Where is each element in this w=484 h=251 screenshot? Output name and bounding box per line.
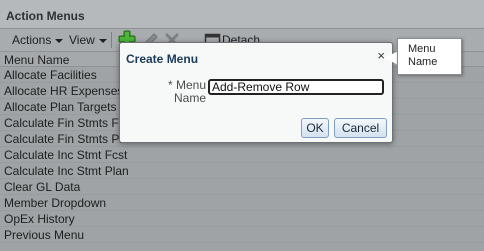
table-row[interactable]: Clear GL Data bbox=[0, 179, 484, 195]
callout-line1: Menu bbox=[408, 43, 436, 55]
view-menu[interactable]: View bbox=[69, 33, 107, 47]
chevron-down-icon bbox=[55, 38, 64, 43]
column-header-label: Menu Name bbox=[4, 53, 70, 67]
menu-name-label-line2: Name bbox=[173, 91, 206, 105]
table-row[interactable]: Member Dropdown bbox=[0, 195, 484, 211]
dialog-title: Create Menu bbox=[126, 52, 199, 66]
create-menu-dialog: Create Menu × * Menu Name OK Cancel bbox=[119, 42, 393, 143]
menu-name-label-line1: Menu bbox=[175, 78, 206, 92]
panel-title: Action Menus bbox=[6, 9, 85, 23]
table-row[interactable]: Calculate Inc Stmt Fcst bbox=[0, 147, 484, 163]
menu-name-input[interactable] bbox=[208, 79, 384, 95]
table-row[interactable]: Previous Menu bbox=[0, 227, 484, 243]
ok-button[interactable]: OK bbox=[301, 118, 329, 138]
table-row[interactable]: OpEx History bbox=[0, 211, 484, 227]
actions-menu-label: Actions bbox=[12, 33, 52, 47]
table-row[interactable]: Calculate Inc Stmt Plan bbox=[0, 163, 484, 179]
toolbar-divider bbox=[111, 32, 112, 48]
actions-menu[interactable]: Actions bbox=[12, 33, 64, 47]
chevron-down-icon bbox=[98, 38, 107, 43]
panel-header: Action Menus bbox=[0, 0, 484, 29]
close-icon[interactable]: × bbox=[377, 49, 385, 63]
callout-note: Menu Name bbox=[397, 38, 462, 75]
view-menu-label: View bbox=[69, 33, 95, 47]
cancel-button[interactable]: Cancel bbox=[334, 118, 387, 138]
menu-name-label: * Menu Name bbox=[150, 79, 206, 105]
callout-line2: Name bbox=[408, 56, 438, 68]
required-marker: * bbox=[167, 78, 173, 92]
